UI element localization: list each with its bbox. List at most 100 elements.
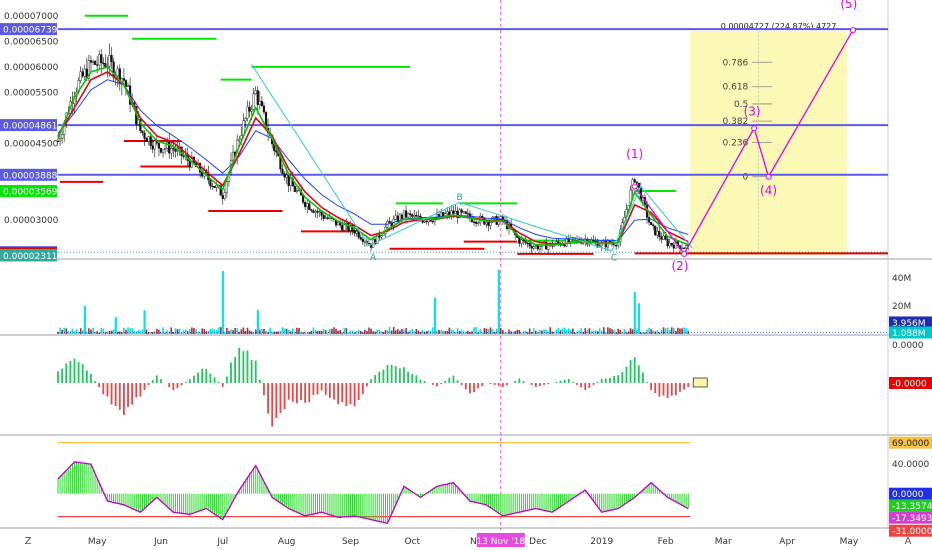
volume-bar <box>345 328 348 334</box>
macd-histogram-bar <box>386 364 389 383</box>
candle-body <box>466 213 469 215</box>
candle-body <box>658 231 661 237</box>
volume-bar <box>512 331 514 334</box>
volume-bar <box>664 328 667 334</box>
volume-bar <box>454 331 457 334</box>
macd-histogram-bar <box>469 383 471 394</box>
candle-body <box>308 203 311 210</box>
volume-bar <box>609 328 611 334</box>
macd-histogram-bar <box>291 383 294 402</box>
volume-bar <box>446 331 449 334</box>
candle-body <box>58 138 62 142</box>
trading-chart: 0.00004727 (224.87%) 47270.7860.6180.50.… <box>0 0 932 547</box>
volume-tick-label: 40M <box>892 274 911 284</box>
volume-bar <box>397 329 399 334</box>
price-tick-label: 0.00004500 <box>4 140 59 150</box>
candle-body <box>472 221 476 223</box>
macd-histogram-bar <box>225 376 228 383</box>
candle-body <box>652 224 655 227</box>
price-tick-label: 0.00006000 <box>4 63 59 73</box>
macd-histogram-bar <box>308 383 311 403</box>
volume-bar <box>623 329 626 334</box>
volume-bar <box>432 327 434 334</box>
volume-bar <box>116 331 119 334</box>
volume-bar <box>388 327 391 334</box>
stoch-tick-label: 40.0000 <box>892 460 929 470</box>
macd-histogram-bar <box>436 383 438 387</box>
candle-body <box>289 178 292 186</box>
volume-bar <box>394 330 397 334</box>
macd-histogram-bar <box>114 383 117 407</box>
volume-bar <box>289 331 292 334</box>
macd-histogram-bar <box>390 364 393 383</box>
macd-histogram-bar <box>246 350 249 383</box>
corner-label-right: A <box>905 536 912 547</box>
volume-bar <box>118 331 121 334</box>
volume-bar <box>92 327 94 334</box>
volume-bar <box>324 330 327 334</box>
candle-body <box>153 140 156 150</box>
macd-histogram-bar <box>333 383 335 400</box>
macd-histogram-bar <box>353 383 356 407</box>
candle-body <box>314 210 317 213</box>
macd-histogram-bar <box>609 377 611 383</box>
candle-body <box>159 148 163 153</box>
macd-histogram-bar <box>316 383 319 395</box>
volume-bar <box>409 330 411 334</box>
macd-histogram-bar <box>452 375 455 383</box>
ema-slow-line <box>57 79 689 242</box>
volume-bar <box>473 327 475 334</box>
volume-bar <box>586 330 589 334</box>
volume-bar <box>291 328 294 334</box>
macd-histogram-bar <box>271 383 274 427</box>
volume-bar <box>666 327 669 334</box>
volume-bar <box>578 330 580 334</box>
volume-bar <box>539 329 541 334</box>
volume-bar <box>236 328 238 334</box>
volume-bar <box>376 329 379 334</box>
macd-histogram-bar <box>287 383 290 400</box>
macd-histogram-bar <box>65 363 68 383</box>
macd-histogram-bar <box>147 383 150 386</box>
macd-histogram-bar <box>588 383 591 388</box>
volume-bar <box>532 328 535 334</box>
candle-body <box>363 241 366 243</box>
volume-bar <box>487 329 490 334</box>
stoch-tag-label: -31.0000 <box>892 527 932 537</box>
macd-histogram-bar <box>102 383 105 395</box>
candle-body <box>209 179 212 187</box>
stoch-tag-label: -13.3574 <box>892 502 932 512</box>
candle-body <box>518 237 521 244</box>
volume-bar <box>567 328 570 334</box>
fib-level-label: 0.786 <box>723 58 749 68</box>
candle-body <box>474 221 478 224</box>
volume-bar <box>526 332 529 334</box>
volume-bar <box>543 329 545 334</box>
volume-bar <box>582 331 584 334</box>
candle-body <box>223 192 226 199</box>
macd-histogram-bar <box>217 381 220 383</box>
candle-body <box>355 231 358 234</box>
volume-bar <box>662 327 665 334</box>
candle-body <box>293 185 296 192</box>
volume-bar <box>483 328 486 334</box>
candle-body <box>413 215 416 217</box>
volume-bar <box>217 327 220 334</box>
candle-body <box>666 239 669 247</box>
candle-body <box>310 209 313 211</box>
macd-histogram-bar <box>139 383 142 397</box>
volume-bar <box>685 328 687 334</box>
macd-histogram-bar <box>263 383 265 396</box>
macd-histogram-bar <box>345 383 348 407</box>
candle-body <box>89 60 93 63</box>
volume-bar <box>528 328 531 334</box>
macd-histogram-bar <box>629 360 632 383</box>
volume-bar <box>296 327 298 334</box>
macd-histogram-bar <box>431 383 434 385</box>
volume-bar <box>98 332 100 334</box>
macd-histogram-bar <box>481 383 484 387</box>
volume-bar <box>164 332 166 334</box>
candle-body <box>524 240 527 244</box>
volume-bar <box>281 327 284 334</box>
candle-body <box>656 231 659 236</box>
